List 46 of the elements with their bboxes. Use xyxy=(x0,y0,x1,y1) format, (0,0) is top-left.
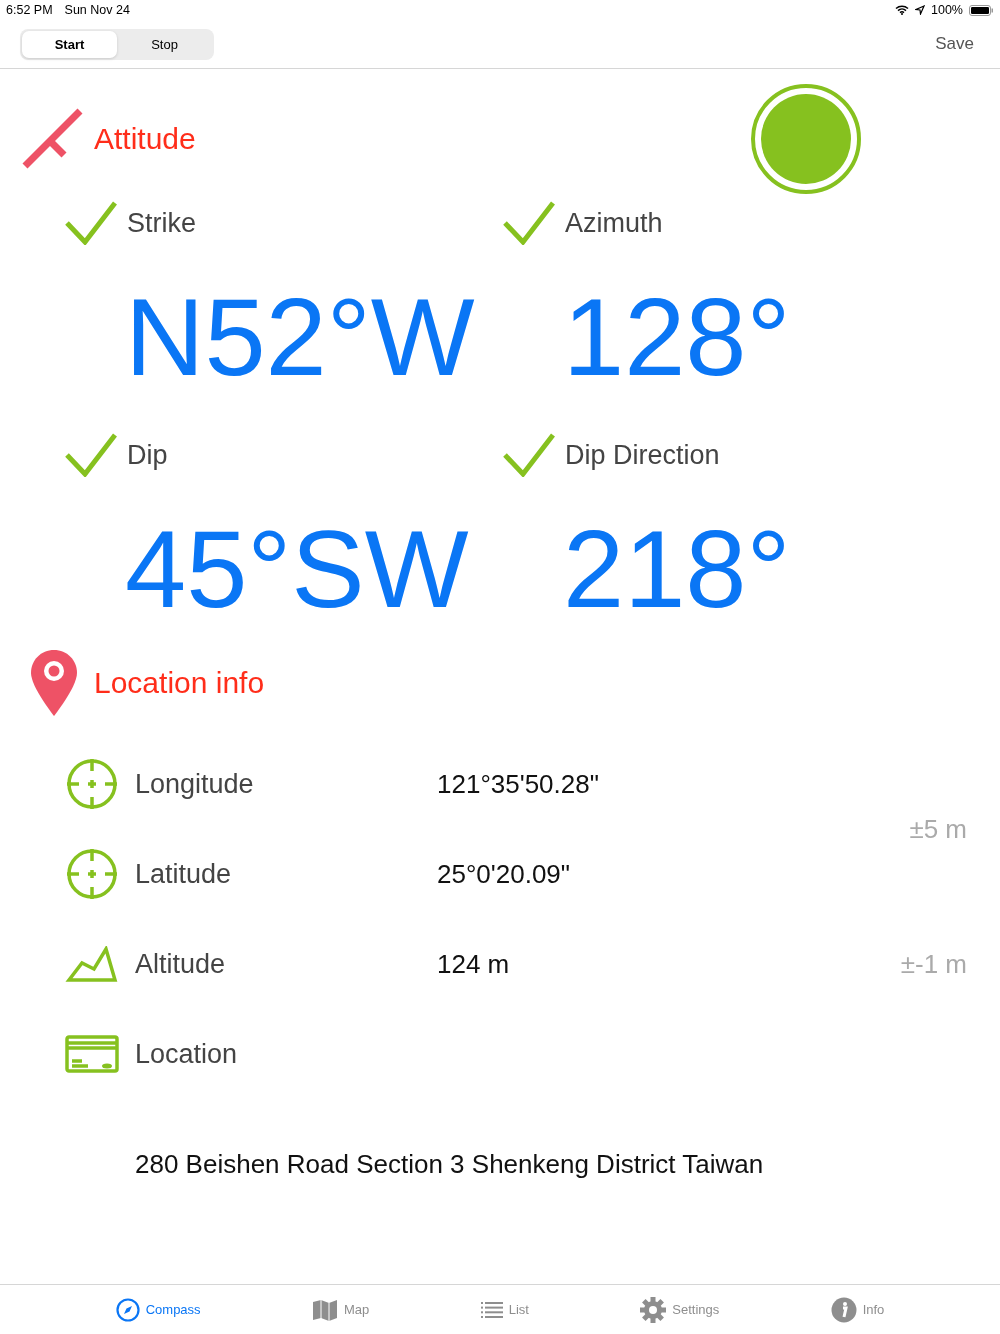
tab-bar-item[interactable]: Info xyxy=(824,1295,891,1324)
section-title: Attitude xyxy=(94,122,196,156)
segment-tab[interactable]: Stop xyxy=(117,30,212,58)
status-date: Sun Nov 24 xyxy=(64,3,130,17)
accuracy-text: ±5 m xyxy=(908,813,967,845)
tab-bar-item[interactable]: Compass xyxy=(109,1296,207,1323)
crosshair-icon xyxy=(65,758,119,810)
battery-percent: 100% xyxy=(931,3,963,17)
tab-bar-item[interactable]: Settings xyxy=(634,1295,726,1324)
gear-icon xyxy=(640,1296,667,1323)
location-arrow-icon xyxy=(915,5,925,15)
map-icon xyxy=(312,1298,338,1321)
address-text: 280 Beishen Road Section 3 Shenkeng District Taiwan xyxy=(134,1149,765,1180)
row-value: 121°35'50.28" xyxy=(437,768,600,800)
row-label: Altitude xyxy=(135,948,226,980)
row-label: Location xyxy=(135,1038,238,1070)
battery-icon xyxy=(969,4,994,16)
save-button[interactable]: Save xyxy=(929,33,980,55)
compass-icon xyxy=(115,1297,140,1322)
list-icon xyxy=(480,1301,503,1318)
measurement-label: Azimuth xyxy=(565,207,663,239)
status-time: 6:52 PM xyxy=(6,3,53,17)
measurement-value: 45°SW xyxy=(124,525,470,613)
tab-bar-item[interactable]: List xyxy=(474,1300,535,1319)
measurement-value: 218° xyxy=(562,525,792,613)
segment-tab[interactable]: Start xyxy=(22,30,117,58)
map-pin-icon xyxy=(30,649,78,717)
attitude-symbol-icon xyxy=(22,108,84,170)
measurement-label: Dip Direction xyxy=(565,439,720,471)
measurement-label: Dip xyxy=(127,439,168,471)
section-title: Location info xyxy=(94,666,265,700)
accuracy-text: ±-1 m xyxy=(899,948,967,980)
wifi-icon xyxy=(895,5,909,15)
card-icon xyxy=(65,1035,119,1073)
status-indicator-icon xyxy=(750,83,862,195)
row-value: 124 m xyxy=(437,948,511,980)
row-value: 25°0'20.09" xyxy=(437,858,572,890)
measurement-value: 128° xyxy=(562,293,792,381)
row-label: Longitude xyxy=(135,768,254,800)
measurement-label: Strike xyxy=(127,207,197,239)
row-label: Latitude xyxy=(135,858,232,890)
mountain-icon xyxy=(65,946,119,982)
info-icon xyxy=(830,1296,857,1323)
crosshair-icon xyxy=(65,848,119,900)
tab-bar-item[interactable]: Map xyxy=(306,1297,376,1322)
measurement-value: N52°W xyxy=(124,293,476,381)
